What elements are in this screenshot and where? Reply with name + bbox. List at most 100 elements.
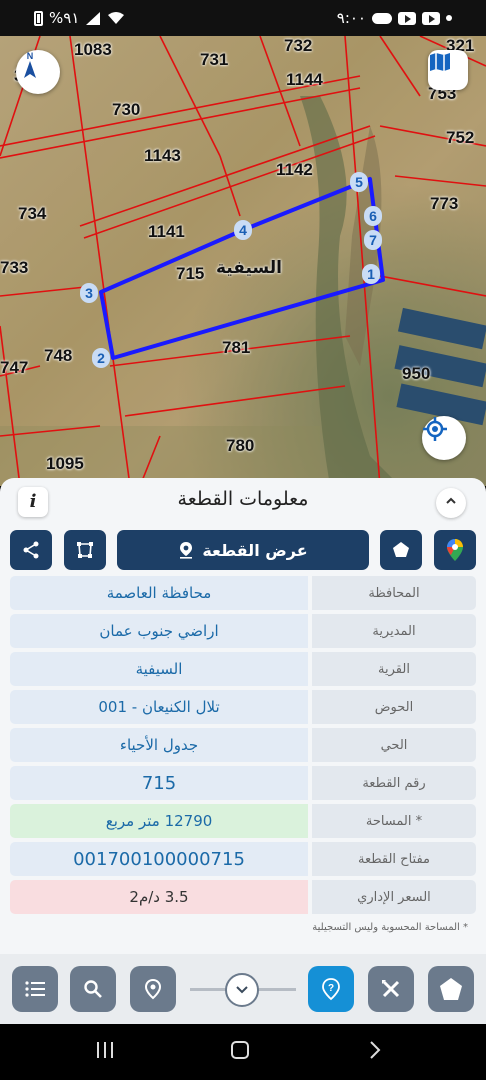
parcel-label: 747: [0, 358, 29, 377]
parcel-label: 1141: [148, 222, 185, 241]
bottom-toolbar: ?: [0, 954, 486, 1024]
panel-header: i معلومات القطعة: [0, 478, 486, 524]
wifi-icon: [108, 12, 125, 24]
chevron-up-icon: [446, 497, 456, 504]
ruler-pencil-icon: [382, 980, 400, 998]
table-row: اراضي جنوب عمان المديرية: [10, 614, 476, 648]
help-button[interactable]: ?: [308, 966, 354, 1012]
vertex-marker[interactable]: 4: [234, 220, 252, 240]
status-bar-right: ٩:٠٠: [337, 9, 452, 27]
parcel-number-label: رقم القطعة: [312, 766, 476, 800]
governorate-value: محافظة العاصمة: [10, 576, 308, 610]
admin-price-value: 3.5 د/م2: [10, 880, 308, 914]
neighborhood-value: جدول الأحياء: [10, 728, 308, 762]
cloud-icon: [372, 12, 392, 24]
my-location-button[interactable]: [422, 416, 466, 460]
vertex-marker[interactable]: 2: [92, 348, 110, 368]
table-row: 3.5 د/م2 السعر الإداري: [10, 880, 476, 914]
svg-text:N: N: [27, 51, 34, 61]
polygon-button[interactable]: [64, 530, 106, 570]
collapse-button[interactable]: [436, 488, 466, 518]
favorite-button[interactable]: [380, 530, 422, 570]
pentagon-star-icon: [393, 542, 409, 557]
table-row: 001700100000715 مفتاح القطعة: [10, 842, 476, 876]
table-row: السيفية القرية: [10, 652, 476, 686]
parcel-label: 780: [226, 436, 255, 455]
parcel-label: 773: [430, 194, 459, 213]
parcel-label: 1143: [144, 146, 181, 165]
system-nav-bar: [0, 1024, 486, 1080]
basin-label: الحوض: [312, 690, 476, 724]
share-button[interactable]: [10, 530, 52, 570]
battery-icon: [34, 10, 43, 26]
parcel-label: 752: [446, 128, 475, 147]
parcel-label: 732: [284, 36, 313, 55]
vertex-marker[interactable]: 7: [364, 230, 382, 250]
chevron-down-icon: [236, 986, 248, 994]
map-icon: [430, 53, 450, 71]
dot-icon: [446, 15, 452, 21]
polygon-icon: [77, 542, 93, 558]
parcel-label: 730: [112, 100, 141, 119]
vertex-marker[interactable]: 1: [362, 264, 380, 284]
measure-button[interactable]: [368, 966, 414, 1012]
location-pin-icon: [144, 978, 162, 1000]
location-pin-icon: [180, 542, 193, 559]
view-parcel-button[interactable]: عرض القطعة: [117, 530, 369, 570]
parcel-label: 715: [176, 264, 205, 283]
parcel-key-value: 001700100000715: [10, 842, 308, 876]
admin-price-label: السعر الإداري: [312, 880, 476, 914]
parcel-label: 1142: [276, 160, 313, 179]
directorate-label: المديرية: [312, 614, 476, 648]
area-footnote: * المساحة المحسوبة وليس التسجيلية: [312, 922, 468, 933]
compass-button[interactable]: N: [16, 50, 60, 94]
share-icon: [23, 541, 39, 559]
parcel-number-value: 715: [10, 766, 308, 800]
panel-action-row: عرض القطعة: [10, 530, 476, 570]
neighborhood-label: الحي: [312, 728, 476, 762]
parcel-label: 1095: [46, 454, 84, 473]
battery-percent: %٩١: [49, 9, 80, 27]
google-maps-button[interactable]: [434, 530, 476, 570]
parcel-label: 733: [0, 258, 29, 277]
location-search-button[interactable]: [130, 966, 176, 1012]
status-bar-left: %٩١: [34, 9, 125, 27]
help-pin-icon: ?: [322, 978, 340, 1001]
area-value: 12790 متر مربع: [10, 804, 308, 838]
vertex-marker[interactable]: 6: [364, 206, 382, 226]
village-label: القرية: [312, 652, 476, 686]
opacity-slider-knob[interactable]: [225, 973, 259, 1007]
table-row: تلال الكنيعان - 001 الحوض: [10, 690, 476, 724]
vertex-marker[interactable]: 5: [350, 172, 368, 192]
parcel-label: 731: [200, 50, 229, 69]
parcel-label: 1083: [74, 40, 112, 59]
gps-icon: [423, 417, 447, 441]
table-row: 715 رقم القطعة: [10, 766, 476, 800]
youtube-icon: [422, 11, 440, 25]
map-layers-button[interactable]: [428, 50, 468, 90]
vertex-marker[interactable]: 3: [80, 283, 98, 303]
parcel-info-table: محافظة العاصمة المحافظة اراضي جنوب عمان …: [10, 576, 476, 918]
saved-parcels-button[interactable]: [428, 966, 474, 1012]
signal-icon: [86, 11, 101, 25]
parcel-info-panel: i معلومات القطعة عرض القطعة محافظة العاص…: [0, 478, 486, 954]
list-button[interactable]: [12, 966, 58, 1012]
basin-value: تلال الكنيعان - 001: [10, 690, 308, 724]
back-icon[interactable]: [368, 1040, 382, 1060]
parcel-label: 781: [222, 338, 251, 357]
screen: %٩١ ٩:٠٠ 1083 731 732 321 1144 753 730 7…: [0, 0, 486, 1080]
map-view[interactable]: 1083 731 732 321 1144 753 730 752 1143 1…: [0, 36, 486, 486]
parcel-label: 950: [402, 364, 431, 383]
recent-apps-icon[interactable]: [95, 1040, 115, 1060]
svg-text:?: ?: [328, 983, 334, 994]
area-label: المساحة *: [312, 804, 476, 838]
search-button[interactable]: [70, 966, 116, 1012]
village-value: السيفية: [10, 652, 308, 686]
google-maps-icon: [447, 539, 463, 561]
parcel-label: 1144: [286, 70, 323, 89]
clock: ٩:٠٠: [336, 9, 366, 27]
home-icon[interactable]: [230, 1040, 250, 1060]
village-label: السيفية: [216, 258, 282, 278]
parcel-label: 734: [18, 204, 47, 223]
table-row: محافظة العاصمة المحافظة: [10, 576, 476, 610]
